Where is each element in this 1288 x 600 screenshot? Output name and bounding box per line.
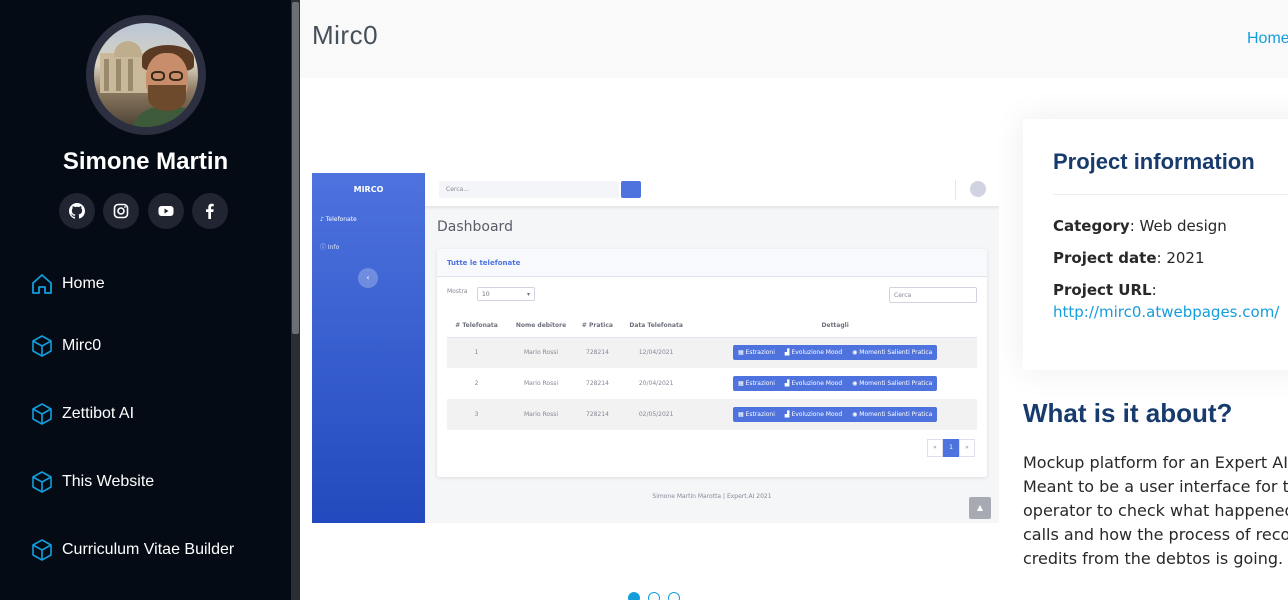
mock-table-row: 3 Mario Rossi 728214 02/05/2021 ▦ Estrazion…	[447, 399, 977, 430]
box-icon	[32, 471, 52, 493]
mock-topbar: Cerca...	[425, 173, 999, 206]
mock-sidebar-toggle-icon: ‹	[358, 268, 378, 288]
facebook-icon	[206, 203, 214, 219]
carousel-dot[interactable]	[648, 592, 660, 600]
about-title: What is it about?	[1023, 398, 1233, 428]
mock-show-label: Mostra	[447, 288, 468, 295]
about-description: Mockup platform for an Expert AI pr Mean…	[1023, 453, 1288, 568]
breadcrumb-home-link[interactable]: Home	[1247, 30, 1288, 48]
instagram-icon	[113, 203, 129, 219]
project-info-card: Project information Category: Web design…	[1023, 119, 1288, 370]
mock-filter: Cerca	[889, 287, 977, 303]
profile-name: Simone Martin	[62, 148, 229, 175]
mock-table: # Telefonata Nome debitore # Pratica Dat…	[447, 315, 977, 430]
mock-col-header: # Pratica	[575, 315, 620, 338]
project-category: Category: Web design	[1053, 217, 1227, 235]
mock-footer: Simone Martin Marotta | Expert.AI 2021	[652, 493, 772, 500]
mock-col-header: # Telefonata	[447, 315, 507, 338]
sidebar: Simone Martin Home Mirc0 Zettibot AI Thi…	[0, 0, 291, 600]
mock-col-header: Nome debitore	[506, 315, 576, 338]
project-url-label: Project URL:	[1053, 281, 1157, 299]
mock-search-icon	[621, 181, 641, 198]
mock-card: Tutte le telefonate Mostra 10 ▾ Cerca # T…	[437, 249, 987, 477]
sidebar-item-zettibot[interactable]: Zettibot AI	[30, 400, 134, 428]
carousel-pagination	[628, 592, 680, 600]
mock-nav-telefonate: ♪ Telefonate	[320, 216, 357, 223]
sidebar-item-cv-builder[interactable]: Curriculum Vitae Builder	[30, 536, 234, 564]
mock-col-header: Data Telefonata	[619, 315, 694, 338]
sidebar-item-mirc0[interactable]: Mirc0	[30, 332, 101, 360]
sidebar-item-label: This Website	[62, 473, 155, 490]
mock-sidebar: MIRCO ♪ Telefonate ⓘ Info ‹	[312, 173, 425, 523]
mock-nav-info: ⓘ Info	[320, 244, 340, 251]
sidebar-item-this-website[interactable]: This Website	[30, 468, 154, 496]
box-icon	[32, 403, 52, 425]
mock-pager: « 1 »	[927, 439, 975, 457]
divider	[1053, 194, 1288, 195]
box-icon	[32, 539, 52, 561]
project-date: Project date: 2021	[1053, 249, 1205, 267]
home-icon	[32, 274, 52, 294]
github-icon	[69, 203, 85, 219]
github-link[interactable]	[59, 193, 95, 229]
sidebar-item-home[interactable]: Home	[30, 270, 105, 298]
mock-show-select: 10 ▾	[477, 287, 535, 301]
youtube-link[interactable]	[148, 193, 184, 229]
mock-card-title: Tutte le telefonate	[437, 249, 987, 277]
mock-user-icon	[970, 181, 986, 197]
sidebar-item-label: Zettibot AI	[62, 405, 135, 422]
mock-search: Cerca...	[439, 181, 619, 198]
page-title: Mirc0	[312, 20, 379, 50]
scrollbar-thumb[interactable]	[292, 2, 299, 334]
avatar	[86, 15, 206, 135]
sidebar-scrollbar[interactable]	[291, 0, 300, 600]
breadcrumbs-bar: Mirc0 Home	[300, 0, 1288, 78]
carousel-dot[interactable]	[668, 592, 680, 600]
instagram-link[interactable]	[103, 193, 139, 229]
mock-table-row: 2 Mario Rossi 728214 20/04/2021 ▦ Estrazion…	[447, 368, 977, 399]
mock-heading: Dashboard	[437, 219, 513, 235]
carousel-dot[interactable]	[628, 592, 640, 600]
sidebar-item-label: Curriculum Vitae Builder	[62, 541, 235, 558]
project-info-title: Project information	[1053, 149, 1255, 174]
mock-col-header: Dettagli	[693, 315, 977, 338]
sidebar-item-label: Home	[62, 275, 105, 292]
sidebar-item-label: Mirc0	[62, 337, 102, 354]
facebook-link[interactable]	[192, 193, 228, 229]
box-icon	[32, 335, 52, 357]
mock-table-row: 1 Mario Rossi 728214 12/04/2021 ▦ Estrazion…	[447, 337, 977, 368]
mock-brand: MIRCO	[353, 185, 384, 194]
project-url-link[interactable]: http://mirc0.atwebpages.com/	[1053, 303, 1279, 321]
project-screenshot: MIRCO ♪ Telefonate ⓘ Info ‹ Cerca... Das…	[312, 173, 999, 523]
mock-scroll-up-icon: ▲	[969, 497, 991, 519]
youtube-icon	[158, 206, 174, 216]
